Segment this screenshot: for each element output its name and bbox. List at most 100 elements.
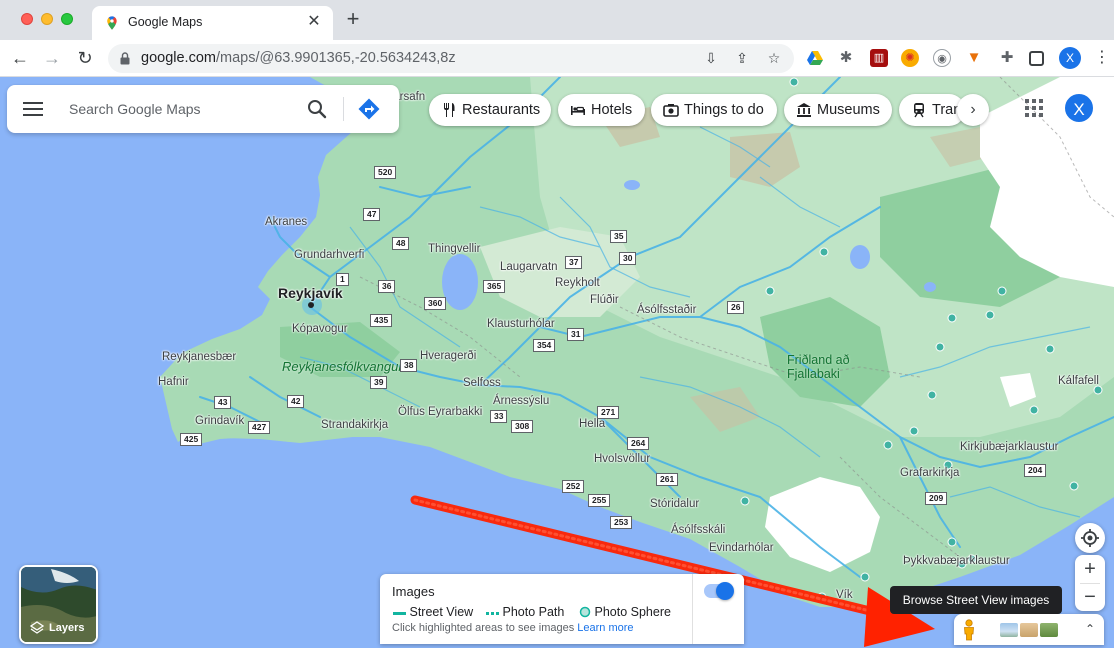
images-panel-note: Click highlighted areas to see images Le… [392,622,634,634]
road-shield: 261 [656,473,679,486]
url-text: google.com/maps/@63.9901365,-20.5634243,… [141,50,456,66]
road-shield: 427 [248,421,271,434]
road-shield: 1 [336,273,349,286]
tab-close-icon[interactable]: ✕ [305,13,323,31]
bookmark-star-icon[interactable]: ☆ [765,49,783,67]
install-app-icon[interactable]: ⇩ [702,49,720,67]
browser-tab[interactable]: Google Maps ✕ [92,6,333,40]
url-host: google.com [141,50,216,66]
street-view-thumbnail[interactable] [1000,623,1018,637]
place-label: Reykjanesbær [162,351,237,363]
street-view-tooltip: Browse Street View images [890,586,1062,614]
directions-icon[interactable] [357,97,381,121]
share-icon[interactable]: ⇪ [733,49,751,67]
road-shield: 435 [370,314,393,327]
puzzle-icon[interactable]: ✚ [998,49,1016,67]
images-toggle[interactable] [704,582,734,600]
back-arrow-icon[interactable]: ← [9,47,31,69]
place-label: Stóridalur [650,498,700,510]
road-shield: 47 [363,208,381,221]
new-tab-button[interactable]: + [342,8,364,31]
profile-avatar[interactable]: X [1059,47,1081,69]
layers-button[interactable]: Layers [19,565,98,644]
reload-icon[interactable]: ↻ [74,47,96,69]
street-view-thumbnail[interactable] [1020,623,1038,637]
maximize-window-button[interactable] [61,13,73,25]
map-canvas[interactable]: Arbaejarsafn Akranes Grundarhverfi Reykj… [0,77,1114,648]
road-shield: 42 [287,395,305,408]
zoom-out-button[interactable]: − [1075,583,1105,611]
forward-arrow-icon[interactable]: → [41,47,63,69]
fork-knife-icon [444,103,455,117]
search-input[interactable] [69,99,299,119]
sidepanel-icon[interactable] [1029,51,1044,66]
legend-photo-path: Photo Path [486,605,564,619]
place-label: Grundarhverfi [294,249,365,261]
place-label: Grafarkirkja [900,467,960,479]
address-bar[interactable]: google.com/maps/@63.9901365,-20.5634243,… [108,44,794,73]
place-label: Ásólfsskáli [671,524,726,536]
road-shield: 209 [925,492,948,505]
camera-icon [663,104,679,117]
drive-icon[interactable] [806,49,824,67]
street-view-thumbnail[interactable] [1040,623,1058,637]
road-shield: 36 [378,280,396,293]
lock-icon [120,52,130,65]
tab-title: Google Maps [128,15,203,29]
pegman-icon[interactable] [962,619,976,641]
my-location-button[interactable] [1075,523,1105,553]
place-label: Árnessýslu [493,395,550,407]
chips-next-chevron-icon[interactable]: › [957,94,989,126]
fox-icon[interactable]: ▼ [965,49,983,67]
menu-dots-icon[interactable]: ⋮ [1094,48,1110,68]
search-icon[interactable] [305,97,329,121]
road-shield: 43 [214,396,232,409]
road-shield: 253 [610,516,633,529]
note-text: Click highlighted areas to see images [392,622,575,634]
hamburger-menu-icon[interactable] [23,101,43,117]
place-label-capital[interactable]: Reykjavík [278,285,343,301]
road-shield: 33 [490,410,508,423]
panel-divider [692,574,693,644]
bug-icon[interactable]: ✱ [837,49,855,67]
place-label: Kálfafell [1058,375,1099,387]
place-label: Hvolsvöllur [594,453,651,465]
photo-sphere-circle-icon [579,606,591,618]
expand-chevron-icon[interactable]: ⌃ [1082,620,1098,638]
minimize-window-button[interactable] [41,13,53,25]
tab-bar: Google Maps ✕ + [0,0,1114,40]
account-avatar[interactable]: X [1063,92,1095,124]
legend-label: Street View [409,605,474,619]
place-label: Ölfus Eyrarbakki [398,406,483,418]
toggle-knob [716,582,734,600]
chip-restaurants[interactable]: Restaurants [429,94,551,126]
google-apps-grid-icon[interactable] [1025,99,1043,117]
legend-label: Photo Path [502,605,565,619]
road-shield: 26 [727,301,745,314]
park-label: Fjallabaki [787,367,840,381]
road-shield: 425 [180,433,203,446]
place-label: Selfoss [463,377,501,389]
zoom-controls: + − [1075,555,1105,611]
images-panel: Images Street View Photo Path Photo Sphe… [380,574,744,644]
place-label: Kópavogur [292,323,348,335]
red-square-icon[interactable]: ▥ [870,49,888,67]
learn-more-link[interactable]: Learn more [577,622,633,634]
eye-icon[interactable]: ◉ [933,49,951,67]
place-label: Reykholt [555,277,600,289]
place-label: Evindarhólar [709,542,774,554]
chip-things-to-do[interactable]: Things to do [651,94,777,126]
browser-toolbar: ← → ↻ google.com/maps/@63.9901365,-20.56… [0,40,1114,77]
road-shield: 308 [511,420,534,433]
place-label: Hella [579,418,606,430]
chip-transit[interactable]: Tran [899,94,965,126]
zoom-in-button[interactable]: + [1075,555,1105,583]
close-window-button[interactable] [21,13,33,25]
chip-hotels[interactable]: Hotels [558,94,645,126]
road-shield: 38 [400,359,418,372]
pinwheel-icon[interactable]: ✺ [901,49,919,67]
google-maps-favicon-icon [107,16,117,30]
place-label: Klausturhólar [487,318,555,330]
chip-museums[interactable]: Museums [784,94,892,126]
chip-label: Hotels [591,102,633,118]
